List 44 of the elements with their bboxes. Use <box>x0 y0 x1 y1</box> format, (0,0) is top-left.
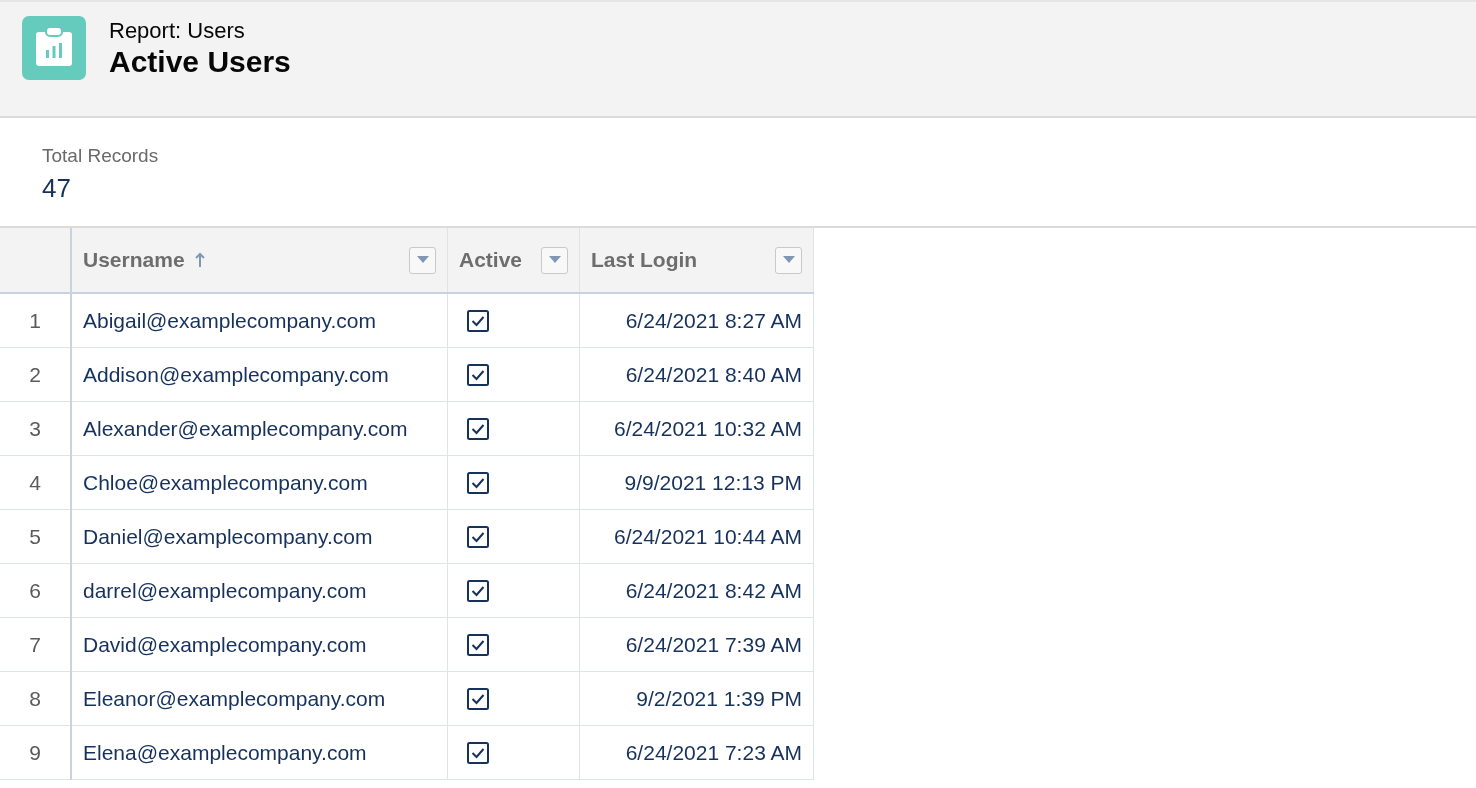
username-cell: Daniel@examplecompany.com <box>71 509 448 564</box>
column-label: Username <box>83 248 185 272</box>
username-cell: Abigail@examplecompany.com <box>71 293 448 348</box>
username-cell: Addison@examplecompany.com <box>71 347 448 402</box>
last-login-cell: 6/24/2021 7:23 AM <box>579 725 814 780</box>
row-number: 6 <box>0 563 71 618</box>
report-type: Report: Users <box>109 18 246 44</box>
dropdown-icon <box>782 256 795 264</box>
dropdown-icon <box>416 256 429 264</box>
username-cell: Alexander@examplecompany.com <box>71 401 448 456</box>
username-cell: Eleanor@examplecompany.com <box>71 671 448 726</box>
last-login-cell: 6/24/2021 10:32 AM <box>579 401 814 456</box>
column-label: Active <box>459 248 523 272</box>
column-header[interactable]: Last Login <box>579 228 814 293</box>
row-number: 1 <box>0 293 71 348</box>
column-header[interactable]: Username <box>71 228 448 293</box>
row-number: 2 <box>0 347 71 402</box>
row-number: 5 <box>0 509 71 564</box>
dropdown-icon <box>548 256 561 264</box>
column-header[interactable]: Active <box>447 228 580 293</box>
last-login-cell: 6/24/2021 8:27 AM <box>579 293 814 348</box>
last-login-cell: 9/9/2021 12:13 PM <box>579 455 814 510</box>
username-cell: Elena@examplecompany.com <box>71 725 448 780</box>
report-icon <box>22 16 86 80</box>
column-menu-button[interactable] <box>775 246 802 274</box>
username-cell: Chloe@examplecompany.com <box>71 455 448 510</box>
last-login-cell: 6/24/2021 10:44 AM <box>579 509 814 564</box>
column-label: Last Login <box>591 248 698 272</box>
total-records-label: Total Records <box>42 144 159 168</box>
last-login-cell: 6/24/2021 7:39 AM <box>579 617 814 672</box>
username-cell: David@examplecompany.com <box>71 617 448 672</box>
last-login-cell: 6/24/2021 8:40 AM <box>579 347 814 402</box>
last-login-cell: 9/2/2021 1:39 PM <box>579 671 814 726</box>
row-number: 3 <box>0 401 71 456</box>
username-cell: darrel@examplecompany.com <box>71 563 448 618</box>
row-number: 7 <box>0 617 71 672</box>
last-login-cell: 6/24/2021 8:42 AM <box>579 563 814 618</box>
row-number: 9 <box>0 725 71 780</box>
column-menu-button[interactable] <box>541 246 568 274</box>
column-menu-button[interactable] <box>409 246 436 274</box>
report-title: Active Users <box>109 44 291 80</box>
row-number: 8 <box>0 671 71 726</box>
total-records-value: 47 <box>42 172 71 205</box>
row-number: 4 <box>0 455 71 510</box>
